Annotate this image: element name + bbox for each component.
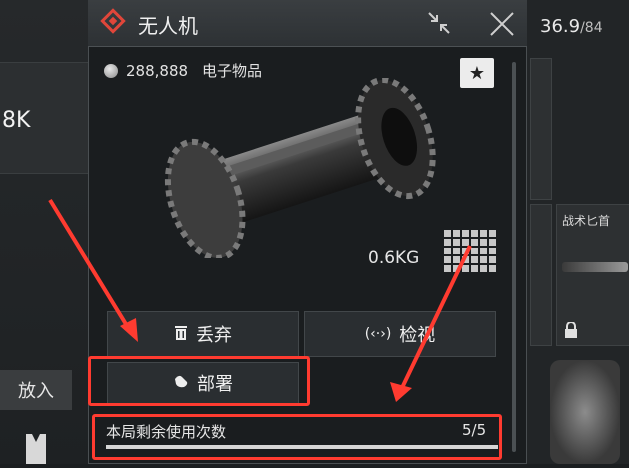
arrow-to-usage-head: [390, 382, 412, 402]
arrow-to-usage: [398, 245, 472, 393]
arrow-to-deploy: [48, 198, 134, 336]
annotation-arrows: [48, 198, 472, 402]
